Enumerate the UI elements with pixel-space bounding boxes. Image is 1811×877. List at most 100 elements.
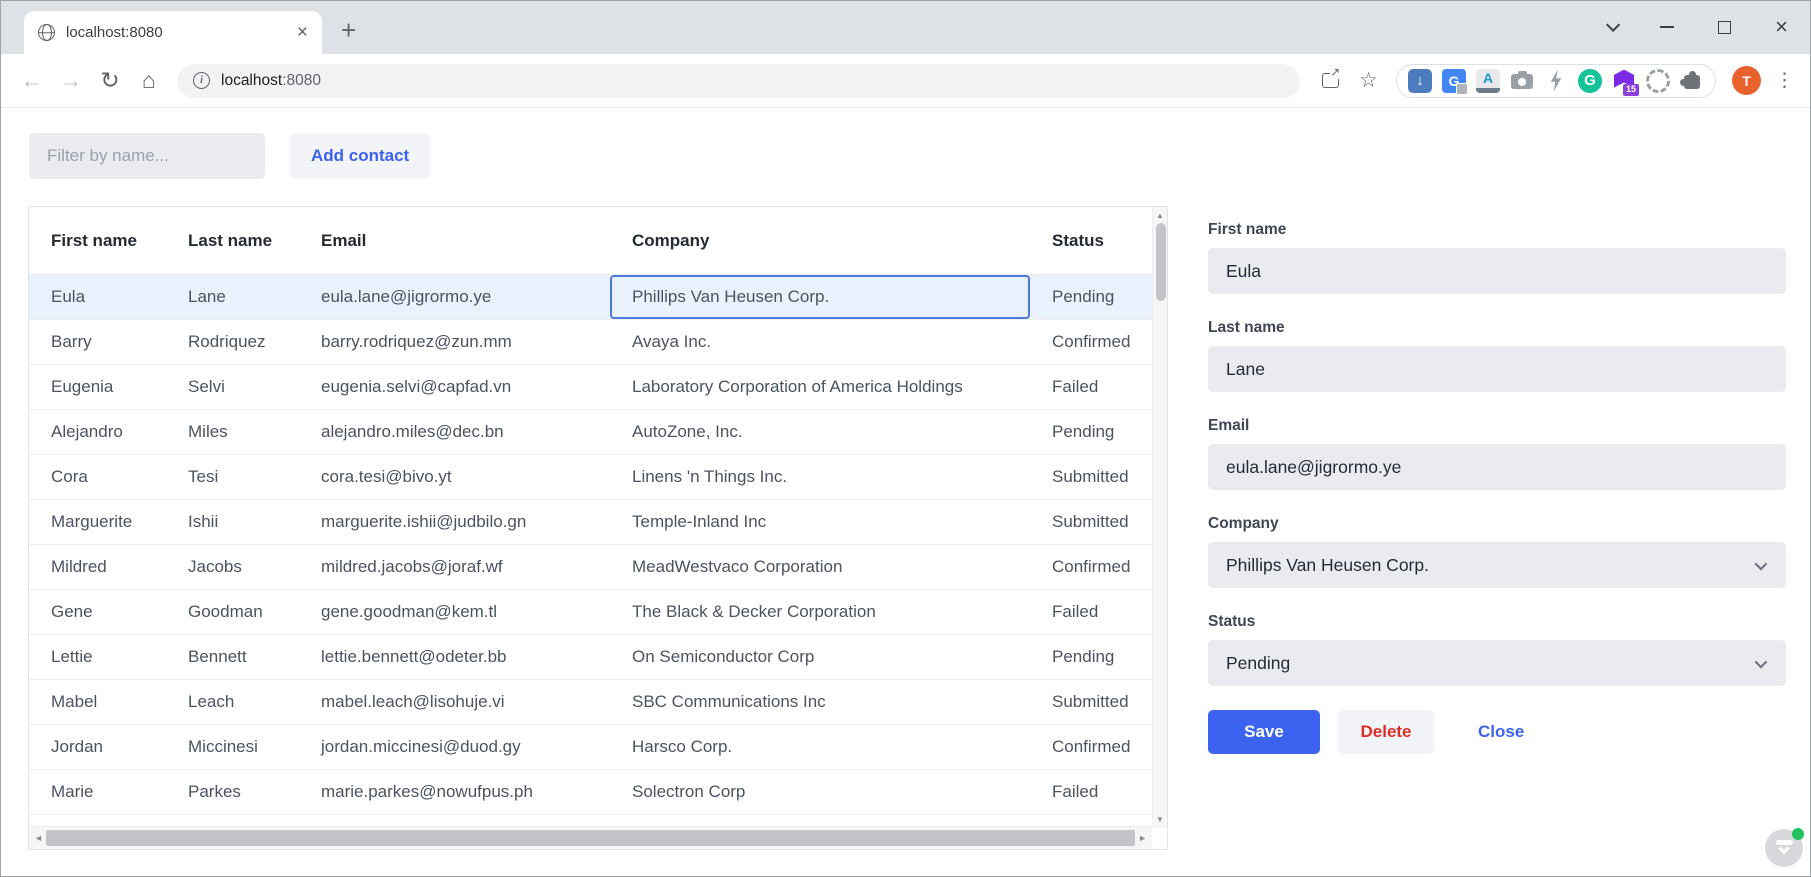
cell-company[interactable]: Phillips Van Heusen Corp. bbox=[610, 275, 1030, 319]
cell-company[interactable]: Harsco Corp. bbox=[610, 737, 1030, 757]
cell-first[interactable]: Mabel bbox=[29, 692, 166, 712]
cell-first[interactable]: Lettie bbox=[29, 647, 166, 667]
url-bar[interactable]: i localhost:8080 bbox=[177, 63, 1301, 98]
table-row[interactable]: Mabel Leach mabel.leach@lisohuje.vi SBC Com… bbox=[29, 680, 1152, 725]
table-row[interactable]: Marie Parkes marie.parkes@nowufpus.ph Solec… bbox=[29, 770, 1152, 815]
home-button[interactable]: ⌂ bbox=[134, 67, 164, 94]
cell-last[interactable]: Tesi bbox=[166, 467, 299, 487]
extensions-puzzle-icon[interactable] bbox=[1680, 69, 1704, 93]
scroll-right-icon[interactable]: ► bbox=[1138, 833, 1147, 843]
gear-extension-icon[interactable] bbox=[1646, 69, 1670, 93]
vaadin-dev-tools-button[interactable] bbox=[1765, 828, 1804, 867]
cell-company[interactable]: On Semiconductor Corp bbox=[610, 647, 1030, 667]
keyboard-extension-icon[interactable]: A bbox=[1476, 68, 1500, 93]
cell-status[interactable]: Pending bbox=[1030, 647, 1152, 667]
scroll-up-icon[interactable]: ▲ bbox=[1153, 211, 1167, 220]
cell-last[interactable]: Bennett bbox=[166, 647, 299, 667]
cell-email[interactable]: marie.parkes@nowufpus.ph bbox=[299, 782, 610, 802]
company-select[interactable]: Phillips Van Heusen Corp. bbox=[1208, 542, 1786, 588]
cell-email[interactable]: lettie.bennett@odeter.bb bbox=[299, 647, 610, 667]
forward-button[interactable]: → bbox=[56, 67, 86, 94]
status-select[interactable]: Pending bbox=[1208, 640, 1786, 686]
tab-close-icon[interactable]: × bbox=[297, 23, 308, 42]
cell-status[interactable]: Confirmed bbox=[1030, 557, 1152, 577]
cell-first[interactable]: Jordan bbox=[29, 737, 166, 757]
browser-menu-icon[interactable]: ⋮ bbox=[1775, 69, 1794, 92]
download-extension-icon[interactable]: ↓ bbox=[1408, 68, 1432, 93]
table-row[interactable]: Jordan Miccinesi jordan.miccinesi@duod.gy H… bbox=[29, 725, 1152, 770]
cell-last[interactable]: Lane bbox=[166, 287, 299, 307]
first-name-field[interactable] bbox=[1208, 248, 1786, 294]
cell-company[interactable]: Temple-Inland Inc bbox=[610, 512, 1030, 532]
back-button[interactable]: ← bbox=[17, 67, 47, 94]
cell-email[interactable]: mabel.leach@lisohuje.vi bbox=[299, 692, 610, 712]
cell-email[interactable]: marguerite.ishii@judbilo.gn bbox=[299, 512, 610, 532]
close-button[interactable]: Close bbox=[1464, 710, 1538, 754]
cell-company[interactable]: AutoZone, Inc. bbox=[610, 422, 1030, 442]
last-name-field[interactable] bbox=[1208, 346, 1786, 392]
profile-avatar[interactable]: T bbox=[1732, 66, 1761, 95]
add-contact-button[interactable]: Add contact bbox=[290, 133, 431, 179]
cell-status[interactable]: Confirmed bbox=[1030, 332, 1152, 352]
table-row[interactable]: Gene Goodman gene.goodman@kem.tl The Black … bbox=[29, 590, 1152, 635]
email-field[interactable] bbox=[1208, 444, 1786, 490]
cell-email[interactable]: gene.goodman@kem.tl bbox=[299, 602, 610, 622]
cell-last[interactable]: Parkes bbox=[166, 782, 299, 802]
cell-last[interactable]: Selvi bbox=[166, 377, 299, 397]
cell-first[interactable]: Eugenia bbox=[29, 377, 166, 397]
cell-company[interactable]: SBC Communications Inc bbox=[610, 692, 1030, 712]
table-row[interactable]: Eugenia Selvi eugenia.selvi@capfad.vn Labor… bbox=[29, 365, 1152, 410]
cell-status[interactable]: Pending bbox=[1030, 422, 1152, 442]
share-icon[interactable]: ↗ bbox=[1322, 65, 1341, 88]
cell-first[interactable]: Marie bbox=[29, 782, 166, 802]
cell-last[interactable]: Leach bbox=[166, 692, 299, 712]
cell-email[interactable]: alejandro.miles@dec.bn bbox=[299, 422, 610, 442]
cell-email[interactable]: mildred.jacobs@joraf.wf bbox=[299, 557, 610, 577]
scroll-down-icon[interactable]: ▼ bbox=[1153, 815, 1167, 824]
window-close-button[interactable]: × bbox=[1775, 16, 1788, 38]
table-row[interactable]: Alejandro Miles alejandro.miles@dec.bn Auto… bbox=[29, 410, 1152, 455]
translate-extension-icon[interactable]: G bbox=[1442, 68, 1468, 95]
camera-extension-icon[interactable] bbox=[1510, 69, 1534, 93]
cell-last[interactable]: Miccinesi bbox=[166, 737, 299, 757]
new-tab-button[interactable]: + bbox=[341, 15, 356, 46]
scroll-left-icon[interactable]: ◄ bbox=[34, 833, 43, 843]
cell-company[interactable]: Linens 'n Things Inc. bbox=[610, 467, 1030, 487]
cell-last[interactable]: Rodriquez bbox=[166, 332, 299, 352]
info-icon[interactable]: i bbox=[193, 72, 210, 89]
window-minimize-button[interactable] bbox=[1660, 26, 1675, 28]
cell-last[interactable]: Miles bbox=[166, 422, 299, 442]
cell-first[interactable]: Mildred bbox=[29, 557, 166, 577]
horizontal-scroll-thumb[interactable] bbox=[46, 830, 1135, 846]
filter-input[interactable] bbox=[29, 133, 265, 179]
cell-company[interactable]: MeadWestvaco Corporation bbox=[610, 557, 1030, 577]
table-row[interactable]: Barry Rodriquez barry.rodriquez@zun.mm Avay… bbox=[29, 320, 1152, 365]
bookmark-star-icon[interactable]: ☆ bbox=[1359, 68, 1378, 93]
cell-last[interactable]: Goodman bbox=[166, 602, 299, 622]
window-maximize-button[interactable] bbox=[1718, 20, 1732, 34]
cell-first[interactable]: Alejandro bbox=[29, 422, 166, 442]
vertical-scrollbar[interactable]: ▲ ▼ bbox=[1152, 207, 1167, 828]
cell-first[interactable]: Cora bbox=[29, 467, 166, 487]
horizontal-scrollbar[interactable]: ◄ ► bbox=[29, 826, 1152, 849]
cell-status[interactable]: Submitted bbox=[1030, 692, 1152, 712]
cell-status[interactable]: Submitted bbox=[1030, 467, 1152, 487]
cell-status[interactable]: Failed bbox=[1030, 602, 1152, 622]
browser-tab[interactable]: localhost:8080 × bbox=[24, 11, 322, 54]
table-row[interactable]: Mildred Jacobs mildred.jacobs@joraf.wf Mead… bbox=[29, 545, 1152, 590]
table-row[interactable]: Marguerite Ishii marguerite.ishii@judbilo.… bbox=[29, 500, 1152, 545]
cell-status[interactable]: Confirmed bbox=[1030, 737, 1152, 757]
delete-button[interactable]: Delete bbox=[1338, 710, 1434, 754]
cell-status[interactable]: Failed bbox=[1030, 377, 1152, 397]
cell-status[interactable]: Pending bbox=[1030, 287, 1152, 307]
cell-first[interactable]: Barry bbox=[29, 332, 166, 352]
chevron-down-icon[interactable] bbox=[1606, 17, 1621, 32]
cell-email[interactable]: cora.tesi@bivo.yt bbox=[299, 467, 610, 487]
cell-company[interactable]: Solectron Corp bbox=[610, 782, 1030, 802]
table-row[interactable]: Eula Lane eula.lane@jigrormo.ye Phillips Va… bbox=[29, 275, 1152, 320]
save-button[interactable]: Save bbox=[1208, 710, 1320, 754]
cell-first[interactable]: Eula bbox=[29, 287, 166, 307]
cell-email[interactable]: jordan.miccinesi@duod.gy bbox=[299, 737, 610, 757]
vertical-scroll-thumb[interactable] bbox=[1155, 223, 1166, 301]
cell-company[interactable]: Avaya Inc. bbox=[610, 332, 1030, 352]
